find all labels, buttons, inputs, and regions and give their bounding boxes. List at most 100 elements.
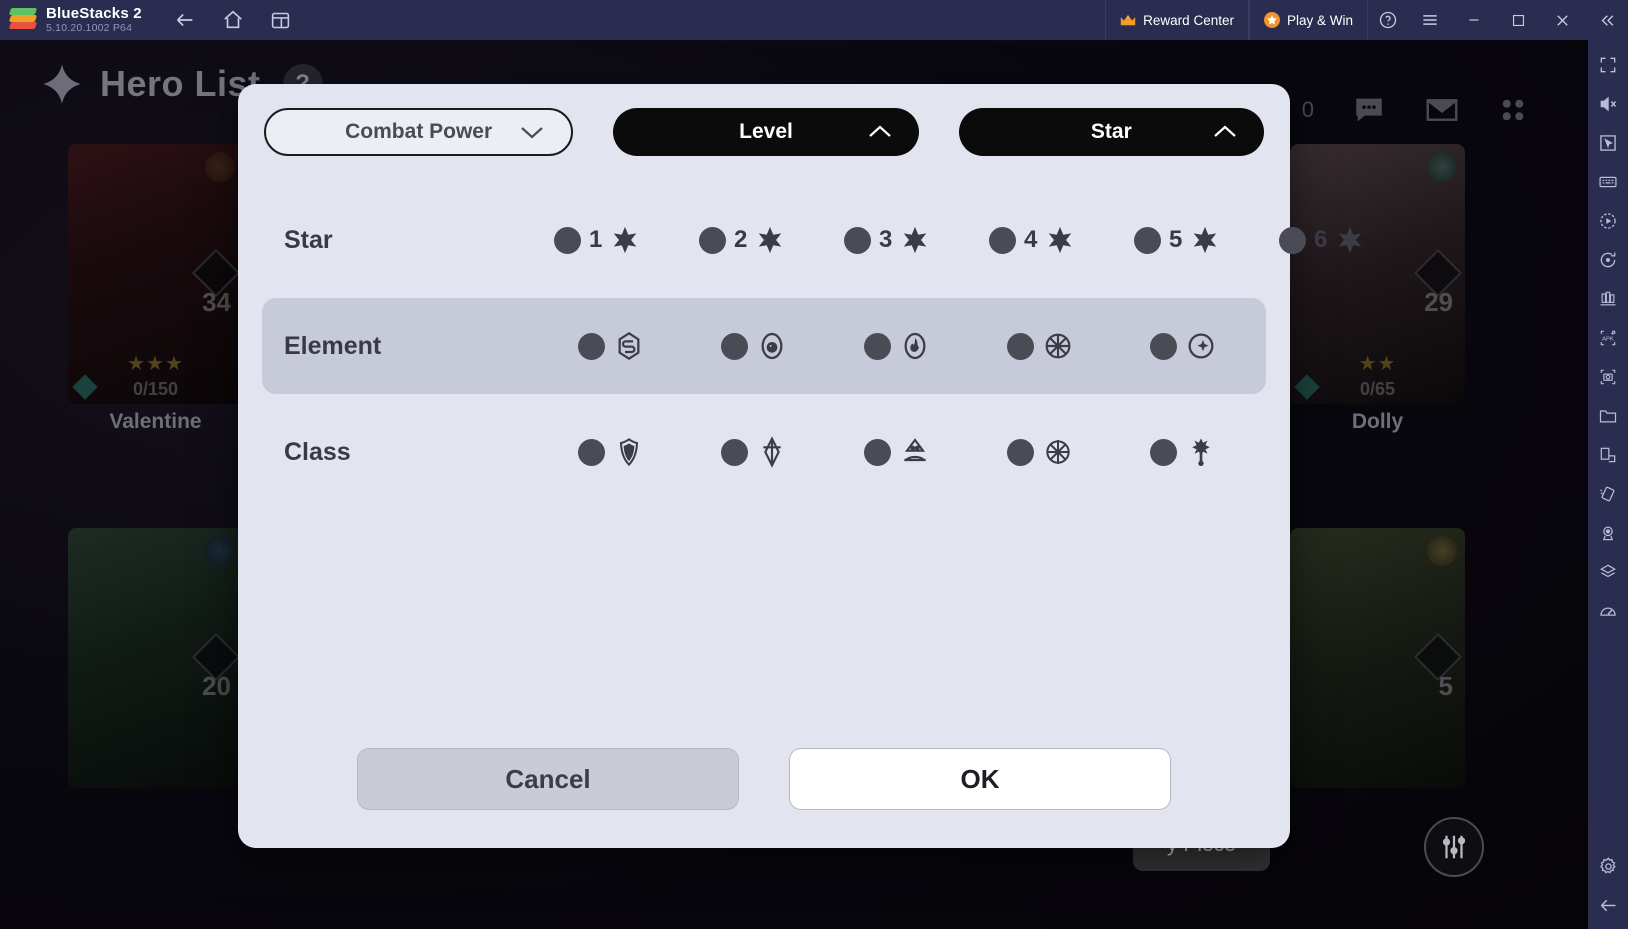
- hero-diamond-icon: [40, 62, 84, 106]
- radio-icon[interactable]: [1150, 438, 1177, 466]
- chat-icon[interactable]: [1352, 93, 1386, 127]
- install-apk-icon[interactable]: APK: [1593, 323, 1623, 353]
- play-win-label: Play & Win: [1286, 12, 1353, 28]
- hero-card[interactable]: 34 ★★★ 0/150 Valentine: [68, 144, 243, 434]
- hero-card[interactable]: 20: [68, 528, 243, 788]
- filter-option-element-dark[interactable]: [1150, 330, 1293, 362]
- filter-row-class: Class: [262, 404, 1266, 500]
- media-folder-icon[interactable]: [1593, 401, 1623, 431]
- filter-sliders-icon[interactable]: [1424, 817, 1484, 877]
- radio-icon[interactable]: [989, 226, 1016, 254]
- hero-level: 5: [1438, 671, 1453, 701]
- filter-option-class-support[interactable]: [1150, 436, 1293, 468]
- back-icon[interactable]: [172, 7, 198, 33]
- radio-icon[interactable]: [864, 438, 891, 466]
- cancel-button[interactable]: Cancel: [357, 748, 739, 810]
- hero-progress: 0/65: [1359, 379, 1396, 399]
- radio-icon[interactable]: [844, 226, 871, 254]
- filter-label-class: Class: [284, 437, 351, 466]
- radio-icon[interactable]: [554, 226, 581, 254]
- radio-icon[interactable]: [721, 438, 748, 466]
- radio-icon[interactable]: [864, 332, 891, 360]
- rotate-icon[interactable]: [1593, 245, 1623, 275]
- keyboard-icon[interactable]: [1593, 167, 1623, 197]
- hero-element-icon: [205, 536, 235, 566]
- filter-row-element: Element: [262, 298, 1266, 394]
- home-icon[interactable]: [220, 7, 246, 33]
- filter-options-star: 1 2 3 4 5 6: [554, 225, 1424, 255]
- fullscreen-icon[interactable]: [1593, 50, 1623, 80]
- multi-instance-icon[interactable]: [268, 7, 294, 33]
- sort-star-button[interactable]: Star: [958, 108, 1264, 156]
- filter-option-class-ranger[interactable]: [864, 436, 1007, 468]
- app-version: 5.10.20.1002 P64: [46, 22, 133, 35]
- hero-progress: 0/150: [132, 379, 179, 399]
- multi-instance-sync-icon[interactable]: [1593, 284, 1623, 314]
- chevron-up-icon: [1212, 124, 1238, 140]
- radio-icon[interactable]: [1007, 332, 1034, 360]
- ok-button[interactable]: OK: [789, 748, 1171, 810]
- filter-option-element-earth[interactable]: [578, 330, 721, 362]
- filter-option-star-5[interactable]: 5: [1134, 225, 1279, 255]
- filter-option-element-water[interactable]: [721, 330, 864, 362]
- star-icon: [610, 225, 640, 255]
- settings-icon[interactable]: [1593, 851, 1623, 881]
- svg-text:APK: APK: [1602, 337, 1614, 343]
- radio-icon[interactable]: [578, 438, 605, 466]
- mail-icon[interactable]: [1424, 92, 1460, 128]
- collapse-icon[interactable]: [1584, 0, 1628, 40]
- filter-option-star-4[interactable]: 4: [989, 225, 1134, 255]
- grid-menu-icon[interactable]: [1498, 95, 1528, 125]
- filter-option-star-6[interactable]: 6: [1279, 225, 1424, 255]
- radio-icon[interactable]: [1134, 226, 1161, 254]
- mute-icon[interactable]: [1593, 89, 1623, 119]
- close-icon[interactable]: [1540, 0, 1584, 40]
- sort-combat-power-button[interactable]: Combat Power: [264, 108, 574, 156]
- filter-options-element: [554, 330, 1293, 362]
- sort-level-label: Level: [739, 120, 793, 143]
- filter-option-element-light[interactable]: [1007, 330, 1150, 362]
- help-icon[interactable]: [1368, 0, 1408, 40]
- filter-option-class-warrior[interactable]: [721, 436, 864, 468]
- bluestacks-logo-icon: [8, 8, 38, 32]
- filter-option-star-3[interactable]: 3: [844, 225, 989, 255]
- macro-play-icon[interactable]: [1593, 206, 1623, 236]
- play-and-win-button[interactable]: Play & Win: [1248, 0, 1368, 40]
- star-icon: [900, 225, 930, 255]
- shake-icon[interactable]: [1593, 479, 1623, 509]
- titlebar-nav: [172, 7, 294, 33]
- hero-stars: ★★: [1358, 353, 1397, 375]
- hero-level: 29: [1424, 287, 1453, 317]
- minimize-icon[interactable]: [1452, 0, 1496, 40]
- back-arrow-icon[interactable]: [1593, 890, 1623, 920]
- hero-card[interactable]: 29 ★★ 0/65 Dolly: [1290, 144, 1465, 434]
- dialog-actions: Cancel OK: [238, 748, 1290, 810]
- hero-art: 29 ★★ 0/65: [1290, 144, 1465, 404]
- game-top-right-bar: 0: [1268, 92, 1528, 128]
- menu-icon[interactable]: [1408, 0, 1452, 40]
- radio-icon[interactable]: [1007, 438, 1034, 466]
- radio-icon[interactable]: [578, 332, 605, 360]
- radio-icon[interactable]: [699, 226, 726, 254]
- filter-option-class-mage[interactable]: [1007, 436, 1150, 468]
- filter-option-element-fire[interactable]: [864, 330, 1007, 362]
- radio-icon[interactable]: [1150, 332, 1177, 360]
- screenshot-icon[interactable]: [1593, 362, 1623, 392]
- radio-icon[interactable]: [1279, 226, 1306, 254]
- app-name: BlueStacks 2: [46, 4, 142, 22]
- sort-level-button[interactable]: Level: [613, 108, 919, 156]
- hero-card[interactable]: 5: [1290, 528, 1465, 788]
- performance-icon[interactable]: [1593, 596, 1623, 626]
- reward-center-button[interactable]: Reward Center: [1105, 0, 1249, 40]
- cursor-icon[interactable]: [1593, 128, 1623, 158]
- location-icon[interactable]: [1593, 518, 1623, 548]
- layers-icon[interactable]: [1593, 557, 1623, 587]
- star-icon: [1335, 225, 1365, 255]
- radio-icon[interactable]: [721, 332, 748, 360]
- maximize-icon[interactable]: [1496, 0, 1540, 40]
- chevron-up-icon: [867, 124, 893, 140]
- filter-option-star-2[interactable]: 2: [699, 225, 844, 255]
- copy-to-pc-icon[interactable]: [1593, 440, 1623, 470]
- filter-option-star-1[interactable]: 1: [554, 225, 699, 255]
- filter-option-class-defender[interactable]: [578, 436, 721, 468]
